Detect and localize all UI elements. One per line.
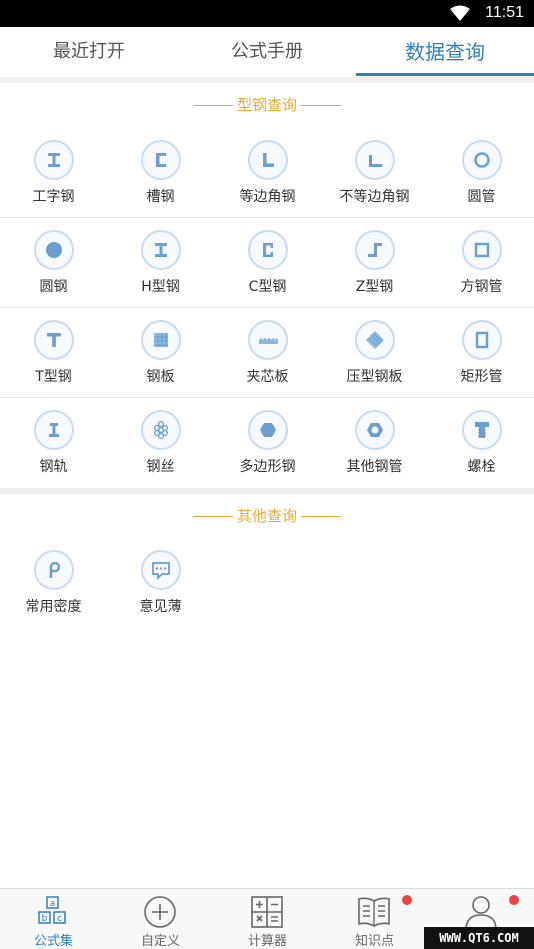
- calculator-icon: [251, 896, 283, 928]
- grid-item-unequal-angle[interactable]: 不等边角钢: [321, 128, 428, 218]
- svg-text:c: c: [57, 914, 62, 924]
- nav-formula-set[interactable]: a b c 公式集: [0, 889, 107, 949]
- steel-plate-icon: [154, 333, 168, 347]
- svg-text:a: a: [50, 899, 56, 909]
- h-beam-icon: [155, 243, 167, 257]
- nav-calculator[interactable]: 计算器: [214, 889, 321, 949]
- grid-item-polygon-steel[interactable]: 多边形钢: [214, 398, 321, 488]
- notification-badge: [509, 895, 519, 905]
- svg-text:b: b: [42, 914, 48, 924]
- other-pipe-icon: [367, 423, 383, 437]
- feedback-icon: [152, 562, 170, 580]
- grid-item-h-beam[interactable]: H型钢: [107, 218, 214, 308]
- grid-item-density[interactable]: 常用密度: [0, 538, 107, 628]
- grid-row: T型钢 钢板 夹芯板 压型钢板 矩形管: [0, 308, 534, 398]
- grid-item-steel-wire[interactable]: 钢丝: [107, 398, 214, 488]
- grid-item-i-beam[interactable]: 工字钢: [0, 128, 107, 218]
- grid-item-round-pipe[interactable]: 圆管: [428, 128, 534, 218]
- grid-item-steel-plate[interactable]: 钢板: [107, 308, 214, 398]
- grid-item-c-steel[interactable]: C型钢: [214, 218, 321, 308]
- z-steel-icon: [368, 243, 382, 257]
- grid-item-z-steel[interactable]: Z型钢: [321, 218, 428, 308]
- density-icon: [49, 561, 61, 578]
- profiled-sheet-icon: [366, 331, 384, 349]
- grid-item-bolt[interactable]: 螺栓: [428, 398, 534, 488]
- divider: [0, 488, 534, 494]
- grid-row: 工字钢 槽钢 等边角钢 不等边角钢 圆管: [0, 128, 534, 218]
- grid-item-square-tube[interactable]: 方钢管: [428, 218, 534, 308]
- section-title-text: 型钢查询: [236, 96, 297, 114]
- formula-set-icon: a b c: [38, 896, 66, 924]
- unequal-angle-icon: [369, 155, 382, 167]
- round-bar-icon: [46, 242, 62, 258]
- user-icon: [465, 896, 497, 930]
- active-tab-indicator: [356, 73, 534, 76]
- steel-wire-icon: [153, 420, 169, 440]
- notification-badge: [402, 895, 412, 905]
- rail-icon: [49, 423, 59, 437]
- grid-item-sandwich-panel[interactable]: 夹芯板: [214, 308, 321, 398]
- rect-tube-icon: [475, 331, 489, 349]
- section-title-steel: 型钢查询: [0, 94, 534, 115]
- tab-formula-manual[interactable]: 公式手册: [178, 27, 356, 77]
- tab-recent[interactable]: 最近打开: [0, 27, 178, 77]
- book-icon: [358, 897, 390, 927]
- section-title-text: 其他查询: [236, 507, 297, 525]
- grid-item-profiled-sheet[interactable]: 压型钢板: [321, 308, 428, 398]
- bolt-icon: [475, 422, 489, 438]
- grid-item-equal-angle[interactable]: 等边角钢: [214, 128, 321, 218]
- grid-item-t-steel[interactable]: T型钢: [0, 308, 107, 398]
- grid-item-round-bar[interactable]: 圆钢: [0, 218, 107, 308]
- c-steel-icon: [263, 243, 273, 257]
- grid-item-other-pipe[interactable]: 其他钢管: [321, 398, 428, 488]
- grid-item-feedback[interactable]: 意见薄: [107, 538, 214, 628]
- grid-row: 钢轨 钢丝 多边形钢 其他钢管 螺栓: [0, 398, 534, 488]
- i-beam-icon: [48, 153, 60, 167]
- section-title-other: 其他查询: [0, 505, 534, 526]
- top-tabs: 最近打开 公式手册 数据查询: [0, 27, 534, 77]
- nav-knowledge[interactable]: 知识点: [321, 889, 428, 949]
- square-tube-icon: [474, 242, 490, 258]
- grid-item-channel-steel[interactable]: 槽钢: [107, 128, 214, 218]
- clock: 11:51: [485, 4, 524, 21]
- plus-circle-icon: [144, 896, 176, 928]
- polygon-steel-icon: [260, 423, 276, 437]
- sandwich-panel-icon: [259, 338, 278, 344]
- nav-custom[interactable]: 自定义: [107, 889, 214, 949]
- grid-row: 常用密度 意见薄: [0, 538, 534, 628]
- divider: [0, 77, 534, 83]
- t-steel-icon: [47, 333, 61, 347]
- grid-item-rail[interactable]: 钢轨: [0, 398, 107, 488]
- equal-angle-icon: [263, 153, 274, 167]
- watermark: WWW.QT6.COM: [424, 927, 534, 949]
- grid-row: 圆钢 H型钢 C型钢 Z型钢 方钢管: [0, 218, 534, 308]
- round-pipe-icon: [474, 152, 490, 168]
- status-bar: 11:51: [0, 0, 534, 27]
- wifi-icon: [450, 5, 470, 21]
- grid-item-rect-tube[interactable]: 矩形管: [428, 308, 534, 398]
- channel-steel-icon: [156, 153, 166, 167]
- tab-data-query[interactable]: 数据查询: [356, 27, 534, 77]
